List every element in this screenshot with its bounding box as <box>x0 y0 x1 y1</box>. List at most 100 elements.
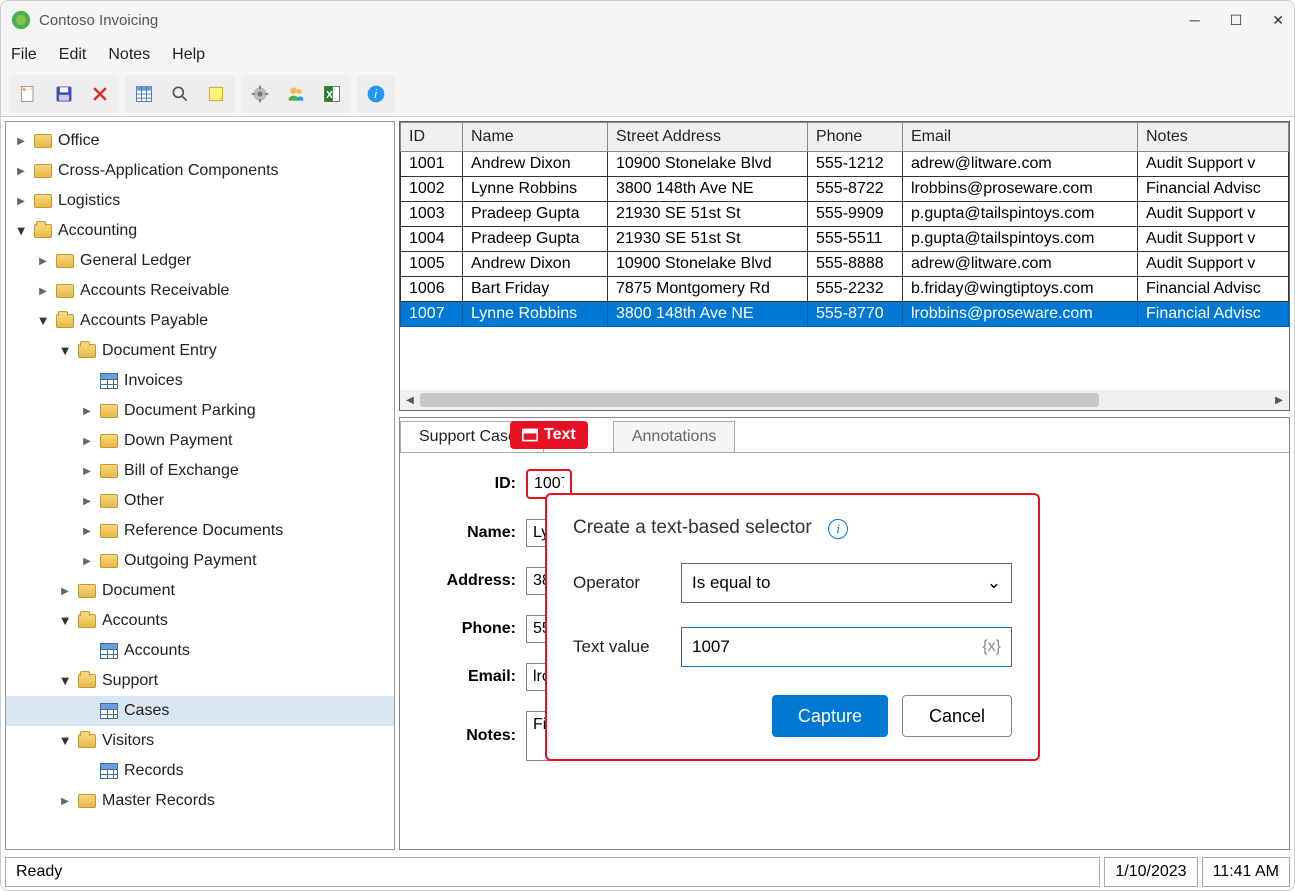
status-time: 11:41 AM <box>1202 857 1290 887</box>
menu-help[interactable]: Help <box>172 46 205 64</box>
tree-item[interactable]: ▶Office <box>6 126 394 156</box>
tree-item-label: Outgoing Payment <box>124 552 257 570</box>
grid-button[interactable] <box>129 79 159 109</box>
menu-notes[interactable]: Notes <box>108 46 150 64</box>
excel-button[interactable]: X <box>317 79 347 109</box>
tab-annotations[interactable]: Annotations <box>613 421 736 452</box>
folder-icon <box>34 224 52 238</box>
info-button[interactable]: i <box>361 79 391 109</box>
cell: 555-5511 <box>808 227 903 252</box>
tree-item[interactable]: Accounts <box>6 636 394 666</box>
menu-edit[interactable]: Edit <box>59 46 87 64</box>
folder-icon <box>78 614 96 628</box>
tree-item[interactable]: ▶Document Entry <box>6 336 394 366</box>
new-button[interactable]: ✦ <box>13 79 43 109</box>
textvalue-input[interactable]: 1007 {x} <box>681 627 1012 667</box>
menu-file[interactable]: File <box>11 46 37 64</box>
column-header[interactable]: Name <box>463 123 608 152</box>
tree-item[interactable]: ▶Accounting <box>6 216 394 246</box>
tree-item[interactable]: ▶Document <box>6 576 394 606</box>
horizontal-scrollbar[interactable]: ◀▶ <box>400 390 1289 410</box>
table-row[interactable]: 1005Andrew Dixon10900 Stonelake Blvd555-… <box>401 252 1289 277</box>
detail-panel: Text Support Cases Annotations ID: Name:… <box>399 417 1290 850</box>
chevron-down-icon: ⌄ <box>987 573 1001 593</box>
cell: 7875 Montgomery Rd <box>608 277 808 302</box>
column-header[interactable]: Street Address <box>608 123 808 152</box>
tree-item-label: Support <box>102 672 158 690</box>
column-header[interactable]: ID <box>401 123 463 152</box>
table-icon <box>100 643 118 659</box>
tree-item[interactable]: ▶Down Payment <box>6 426 394 456</box>
tree-item[interactable]: ▶Accounts <box>6 606 394 636</box>
tree-item[interactable]: ▶Support <box>6 666 394 696</box>
column-header[interactable]: Phone <box>808 123 903 152</box>
tree-item[interactable]: ▶Reference Documents <box>6 516 394 546</box>
cell: 3800 148th Ave NE <box>608 177 808 202</box>
tree-item[interactable]: ▶General Ledger <box>6 246 394 276</box>
delete-button[interactable] <box>85 79 115 109</box>
tree-item-label: Down Payment <box>124 432 233 450</box>
folder-icon <box>56 314 74 328</box>
folder-icon <box>100 464 118 478</box>
tree-item[interactable]: ▶Outgoing Payment <box>6 546 394 576</box>
table-row[interactable]: 1002Lynne Robbins3800 148th Ave NE555-87… <box>401 177 1289 202</box>
column-header[interactable]: Email <box>903 123 1138 152</box>
tree-item[interactable]: ▶Accounts Payable <box>6 306 394 336</box>
name-label: Name: <box>426 524 516 542</box>
svg-text:X: X <box>326 90 333 101</box>
cell: 1004 <box>401 227 463 252</box>
cell: lrobbins@proseware.com <box>903 177 1138 202</box>
table-row[interactable]: 1006Bart Friday7875 Montgomery Rd555-223… <box>401 277 1289 302</box>
email-label: Email: <box>426 668 516 686</box>
search-button[interactable] <box>165 79 195 109</box>
operator-label: Operator <box>573 573 681 593</box>
address-label: Address: <box>426 572 516 590</box>
table-row[interactable]: 1007Lynne Robbins3800 148th Ave NE555-87… <box>401 302 1289 327</box>
table-row[interactable]: 1003Pradeep Gupta21930 SE 51st St555-990… <box>401 202 1289 227</box>
cancel-button[interactable]: Cancel <box>902 695 1012 737</box>
tree-item[interactable]: ▶Logistics <box>6 186 394 216</box>
users-button[interactable] <box>281 79 311 109</box>
folder-icon <box>78 344 96 358</box>
text-selector-badge[interactable]: Text <box>510 421 588 449</box>
tree-item[interactable]: ▶Other <box>6 486 394 516</box>
tree-item-label: Document Parking <box>124 402 256 420</box>
cell: Audit Support v <box>1138 227 1289 252</box>
cell: Pradeep Gupta <box>463 227 608 252</box>
variable-icon[interactable]: {x} <box>982 638 1001 656</box>
note-button[interactable] <box>201 79 231 109</box>
table-icon <box>100 763 118 779</box>
tree-item[interactable]: ▶Master Records <box>6 786 394 816</box>
tree-item[interactable]: ▶Visitors <box>6 726 394 756</box>
maximize-button[interactable]: ☐ <box>1230 12 1243 29</box>
cell: 555-9909 <box>808 202 903 227</box>
folder-icon <box>100 494 118 508</box>
info-icon[interactable]: i <box>828 519 848 539</box>
close-button[interactable]: ✕ <box>1272 12 1284 29</box>
titlebar: Contoso Invoicing ─ ☐ ✕ <box>1 1 1294 39</box>
folder-icon <box>56 284 74 298</box>
capture-button[interactable]: Capture <box>772 695 888 737</box>
column-header[interactable]: Notes <box>1138 123 1289 152</box>
table-row[interactable]: 1001Andrew Dixon10900 Stonelake Blvd555-… <box>401 152 1289 177</box>
tree-item[interactable]: ▶Cross-Application Components <box>6 156 394 186</box>
operator-select[interactable]: Is equal to ⌄ <box>681 563 1012 603</box>
data-grid[interactable]: IDNameStreet AddressPhoneEmailNotes1001A… <box>399 121 1290 411</box>
settings-button[interactable] <box>245 79 275 109</box>
tree-item[interactable]: Invoices <box>6 366 394 396</box>
tree-item-label: Document <box>102 582 175 600</box>
table-row[interactable]: 1004Pradeep Gupta21930 SE 51st St555-551… <box>401 227 1289 252</box>
cell: 1005 <box>401 252 463 277</box>
nav-tree[interactable]: ▶Office▶Cross-Application Components▶Log… <box>5 121 395 850</box>
cell: 1003 <box>401 202 463 227</box>
tree-item[interactable]: Records <box>6 756 394 786</box>
minimize-button[interactable]: ─ <box>1190 12 1200 29</box>
tree-item[interactable]: ▶Bill of Exchange <box>6 456 394 486</box>
folder-icon <box>78 584 96 598</box>
window-title: Contoso Invoicing <box>39 12 1190 29</box>
tree-item[interactable]: Cases <box>6 696 394 726</box>
tree-item[interactable]: ▶Accounts Receivable <box>6 276 394 306</box>
tree-item-label: Invoices <box>124 372 183 390</box>
tree-item[interactable]: ▶Document Parking <box>6 396 394 426</box>
save-button[interactable] <box>49 79 79 109</box>
